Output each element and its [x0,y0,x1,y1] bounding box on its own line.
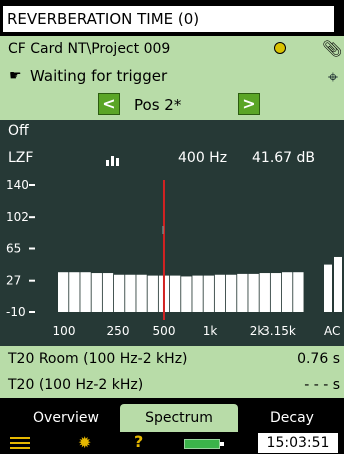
spectrum-bar[interactable] [125,274,136,312]
total-level-bar [324,264,332,312]
spectrum-bar[interactable] [80,272,91,312]
x-tick-label: 3.15k [262,324,296,338]
spectrum-chart[interactable]: Off LZF 400 Hz 41.67 dB 140 102 65 27 -10 100… [0,120,344,346]
paperclip-icon: 📎︎ [322,39,343,58]
spectrum-bar[interactable] [58,272,69,312]
trigger-status-row[interactable]: ☛ Waiting for trigger ⌖ [0,62,344,90]
clock-display: 15:03:51 [258,433,338,453]
trigger-status-text: Waiting for trigger [30,67,168,85]
x-tick-label: 100 [53,324,76,338]
spectrum-bar[interactable] [203,275,214,312]
spectrum-bar[interactable] [226,274,237,312]
y-tick-label: 140 [6,178,29,192]
spectrum-bar[interactable] [170,275,181,312]
battery-icon[interactable] [184,439,224,449]
card-path-text: CF Card NT\Project 009 [8,41,171,57]
spectrum-bar[interactable] [270,273,282,312]
y-tick-label: 102 [6,210,29,224]
tab-spectrum[interactable]: Spectrum [120,404,238,432]
spectrum-bar[interactable] [102,273,114,312]
help-icon[interactable]: ? [134,432,143,451]
prev-position-button[interactable]: < [98,93,120,115]
result-label: T20 (100 Hz-2 kHz) [8,377,144,393]
y-tick-label: 27 [6,274,21,288]
total-level-bar [334,256,342,312]
smiley-icon [274,42,286,54]
spectrum-bar[interactable] [114,274,125,312]
storage-status-row[interactable]: CF Card NT\Project 009 📎︎ [0,36,344,62]
trigger-flag-icon: ☛ [9,68,22,84]
bottom-bar: ✹ ? 15:03:51 [0,432,344,454]
spectrum-bar[interactable] [214,274,226,312]
spectrum-bar[interactable] [181,276,192,312]
y-tick-label: -10 [6,305,26,319]
tab-decay[interactable]: Decay [244,404,340,432]
spectrum-bar[interactable] [282,272,293,312]
result-value: - - - s [304,377,340,393]
x-tick-label: 500 [153,324,176,338]
spectrum-plot[interactable]: 1401026527-10100 250 500 1k 2k3.15k AC [0,120,344,346]
tab-overview[interactable]: Overview [16,404,116,432]
position-selector: < Pos 2* > [0,90,344,120]
spectrum-bar[interactable] [192,275,203,312]
x-tick-label: AC [324,324,340,338]
y-tick-label: 65 [6,242,21,256]
x-tick-label: 250 [107,324,130,338]
result-row-t20[interactable]: T20 (100 Hz-2 kHz) - - - s [0,372,344,398]
x-tick-label: 1k [203,324,218,338]
title-bar: REVERBERATION TIME (0) [0,0,344,36]
spectrum-bar[interactable] [237,273,248,312]
result-value: 0.76 s [297,351,340,367]
spectrum-bar[interactable] [147,275,158,312]
spectrum-bar[interactable] [293,272,304,312]
spectrum-bar[interactable] [69,272,80,312]
page-title[interactable]: REVERBERATION TIME (0) [3,6,334,32]
menu-icon[interactable] [10,437,30,450]
tab-bar: Overview Spectrum Decay [0,404,344,432]
lightbulb-icon[interactable]: ✹ [78,433,91,452]
spectrum-bar[interactable] [259,273,270,312]
spectrum-bar[interactable] [91,273,102,312]
position-label[interactable]: Pos 2* [134,90,181,120]
spectrum-bar[interactable] [136,274,147,312]
result-row-room[interactable]: T20 Room (100 Hz-2 kHz) 0.76 s [0,346,344,372]
next-position-button[interactable]: > [238,93,260,115]
crosshair-icon: ⌖ [327,67,338,88]
result-label: T20 Room (100 Hz-2 kHz) [8,351,188,367]
spectrum-bar[interactable] [248,273,259,312]
